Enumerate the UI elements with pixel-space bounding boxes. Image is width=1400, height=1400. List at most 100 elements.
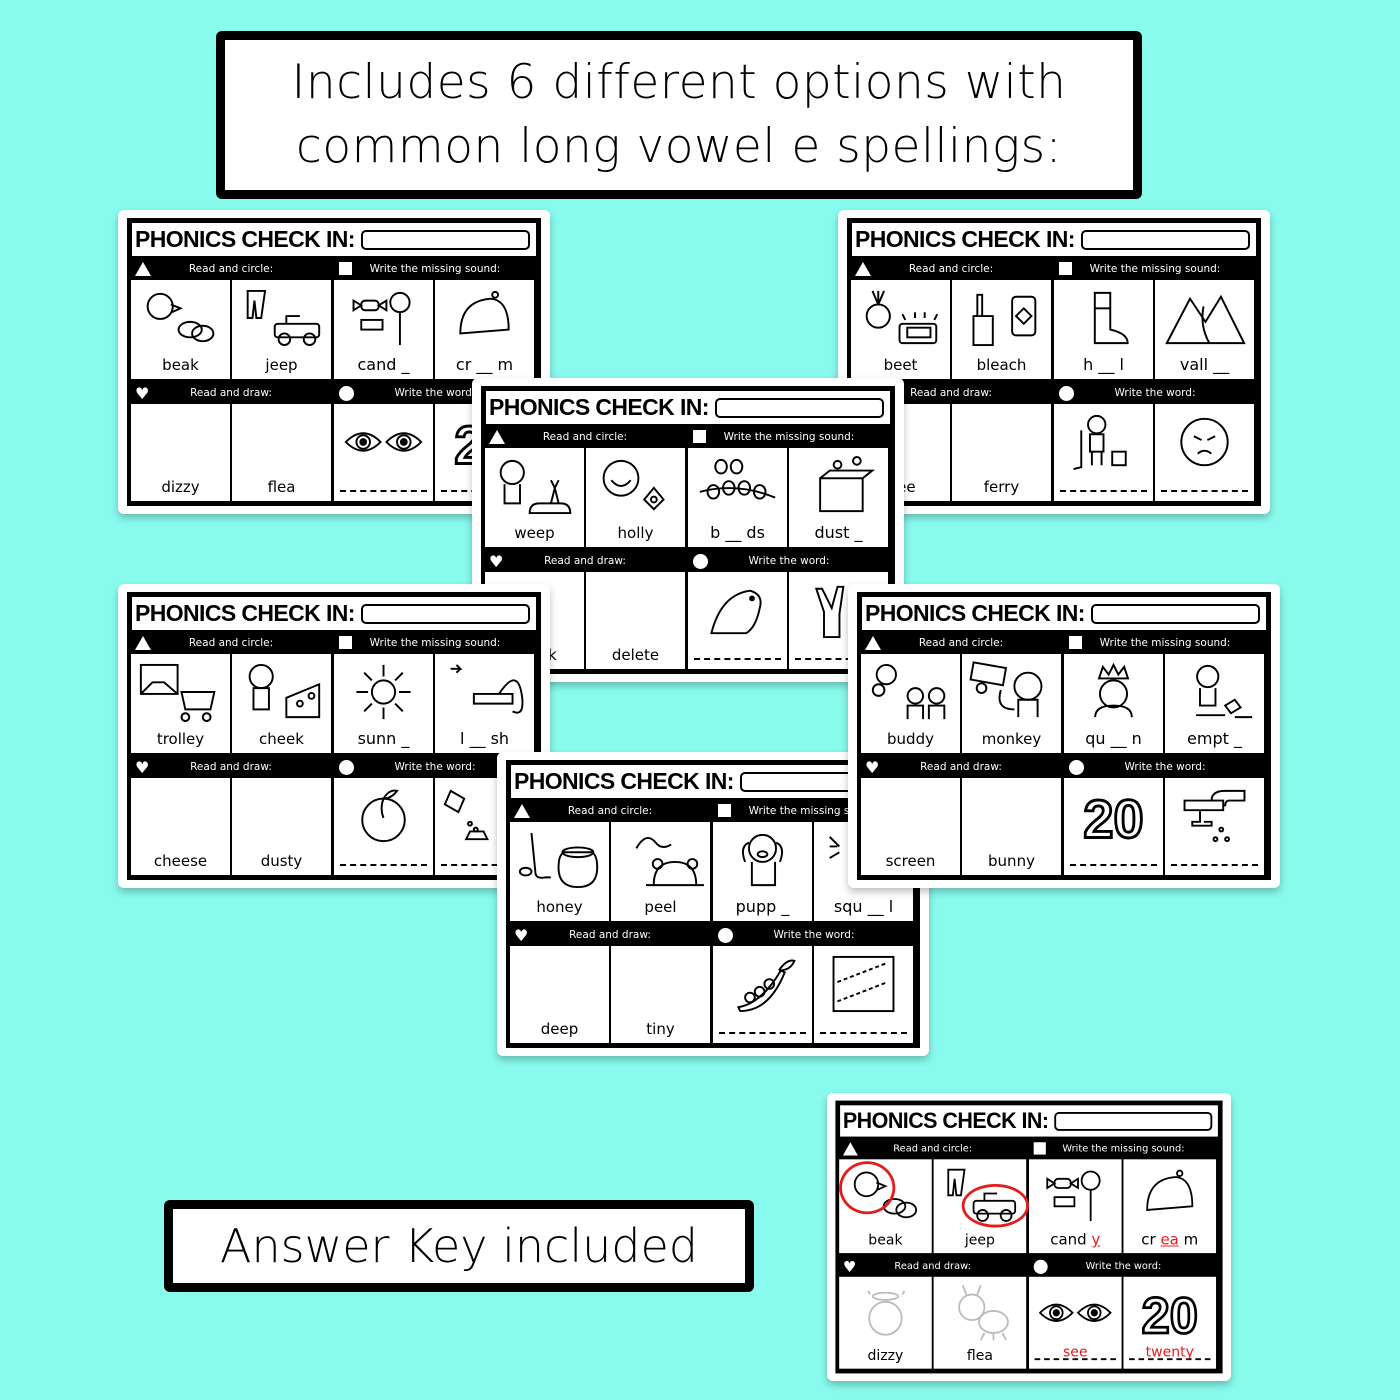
writing-line	[694, 658, 781, 660]
room-trolley-picture	[137, 660, 224, 724]
section-label: Read and draw:	[190, 761, 272, 773]
section-header-missing-sound: Write the missing sound:	[1028, 1139, 1219, 1158]
read-circle-card: holly	[586, 448, 685, 547]
flea-light-picture	[939, 1282, 1020, 1343]
hockey-honey-picture	[516, 828, 603, 892]
valley-picture	[1161, 286, 1248, 350]
worksheet-title: PHONICS CHECK IN:	[135, 600, 355, 626]
missing-sound-card: l __ sh	[435, 654, 534, 753]
section-label: Write the missing sound:	[1099, 637, 1231, 649]
answer-sound: y	[1091, 1230, 1101, 1249]
section-label: Write the word:	[748, 555, 830, 567]
section-header-read-draw: ♥ Read and draw:	[129, 757, 333, 777]
partial-word: cand _	[334, 355, 433, 374]
write-word-card	[334, 404, 433, 501]
blank-line: __	[867, 897, 884, 916]
section-label: Write the missing sound:	[1089, 263, 1221, 275]
eyes-picture	[1035, 1282, 1116, 1343]
name-field	[360, 229, 530, 250]
section-label: Read and draw:	[544, 555, 626, 567]
answer-word: see	[1063, 1343, 1088, 1361]
section-label: Read and circle:	[188, 637, 274, 649]
read-draw-card: ferry	[952, 404, 1051, 501]
section-header-write-word: Write the word:	[1028, 1257, 1219, 1276]
write-word-card	[1165, 778, 1264, 875]
square-icon	[339, 636, 352, 649]
partial-word: dust _	[789, 523, 888, 542]
worksheet-title: PHONICS CHECK IN:	[514, 768, 734, 794]
heart-icon: ♥	[865, 758, 880, 777]
missing-sound-card: cand y	[1029, 1159, 1122, 1254]
writing-line	[1161, 490, 1248, 492]
worksheet-frame: PHONICS CHECK IN: Read and circle: Write t…	[127, 592, 541, 887]
answer-key-worksheet: PHONICS CHECK IN: Read and circle: Write t…	[827, 1093, 1231, 1381]
draw-word: dusty	[260, 852, 303, 870]
circle-icon	[339, 760, 354, 775]
section-header-read-circle: Read and circle:	[837, 1139, 1028, 1158]
missing-sound-card: empt _	[1165, 654, 1264, 753]
target-word: bleach	[976, 356, 1027, 374]
draw-word: cheese	[153, 852, 208, 870]
read-circle-card: jeep	[933, 1159, 1029, 1254]
read-draw-card: bunny	[962, 778, 1061, 875]
svg-text:20: 20	[1142, 1287, 1198, 1343]
name-field	[714, 397, 884, 418]
worksheet-header: PHONICS CHECK IN:	[840, 1105, 1218, 1137]
missing-sound-card: cand _	[334, 280, 433, 379]
missing-sound-card: dust _	[789, 448, 888, 547]
writing-line	[1171, 864, 1258, 866]
target-word: beak	[162, 356, 199, 374]
square-icon	[339, 262, 352, 275]
section-header-read-circle: Read and circle:	[508, 801, 712, 821]
leash-picture	[441, 660, 528, 724]
square-icon	[1033, 1142, 1046, 1155]
read-circle-card: trolley	[131, 654, 230, 753]
word-suffix: n	[1131, 729, 1142, 748]
section-header-write-word: Write the word:	[687, 551, 891, 571]
writing-line	[340, 864, 427, 866]
write-word-card: 20 twenty	[1123, 1276, 1217, 1369]
word-suffix: m	[1183, 1230, 1199, 1249]
partial-word: l __ sh	[435, 729, 534, 748]
target-word: beak	[868, 1231, 903, 1249]
section-header-missing-sound: Write the missing sound:	[1063, 633, 1267, 653]
headline-banner: Includes 6 different options with common…	[216, 31, 1142, 199]
answer-circle-mark	[839, 1161, 896, 1215]
family-picture	[867, 660, 954, 724]
worksheet-title: PHONICS CHECK IN:	[865, 600, 1085, 626]
heart-icon: ♥	[842, 1257, 857, 1276]
word-prefix: cand	[1050, 1230, 1087, 1249]
section-label: Read and circle:	[542, 431, 628, 443]
write-word-card: see	[1029, 1276, 1122, 1369]
draw-word: flea	[267, 478, 296, 496]
read-draw-card: dusty	[232, 778, 331, 875]
section-header-write-word: Write the word:	[712, 925, 916, 945]
missing-sound-card: h __ l	[1054, 280, 1153, 379]
girl-empty-picture	[1171, 660, 1258, 724]
name-field	[1090, 603, 1260, 624]
smile-holly-picture	[592, 454, 679, 518]
write-word-card	[1054, 404, 1153, 501]
section-header-missing-sound: Write the missing sound:	[687, 427, 891, 447]
target-word: monkey	[981, 730, 1042, 748]
section-header-read-draw: ♥ Read and draw:	[859, 757, 1063, 777]
read-draw-card: screen	[861, 778, 960, 875]
read-draw-card: delete	[586, 572, 685, 669]
worksheet-header: PHONICS CHECK IN:	[862, 597, 1266, 630]
section-header-write-word: Write the word:	[1063, 757, 1267, 777]
missing-sound-card: sunn _	[334, 654, 433, 753]
target-word: jeep	[265, 356, 298, 374]
headline-line-2: common long vowel e spellings:	[296, 119, 1062, 174]
peach-picture	[340, 784, 427, 848]
peel-bear-picture	[617, 828, 704, 892]
eyes-picture	[340, 410, 427, 474]
partial-word: cr __ m	[435, 355, 534, 374]
section-header-read-circle: Read and circle:	[483, 427, 687, 447]
section-header-read-draw: ♥ Read and draw:	[483, 551, 687, 571]
word-prefix: h	[1083, 355, 1094, 374]
read-circle-card: peel	[611, 822, 710, 921]
read-circle-card: beak	[131, 280, 230, 379]
answer-circle-mark	[961, 1183, 1029, 1228]
section-header-read-draw: ♥ Read and draw:	[508, 925, 712, 945]
word-prefix: b	[710, 523, 721, 542]
